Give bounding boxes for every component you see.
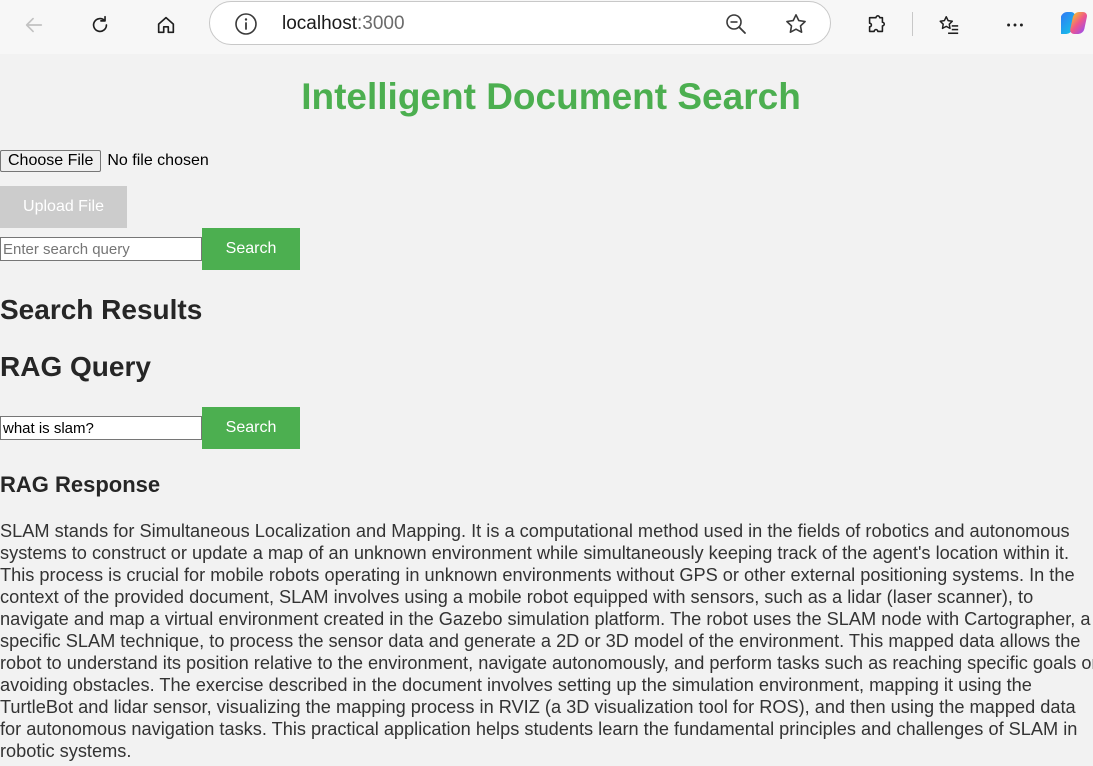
more-icon[interactable] <box>998 8 1032 42</box>
url-port: :3000 <box>357 13 405 34</box>
rag-query-heading: RAG Query <box>0 351 151 382</box>
browser-toolbar: localhost:3000 <box>0 0 1093 54</box>
rag-response-text: SLAM stands for Simultaneous Localizatio… <box>0 521 1093 761</box>
page-title: Intelligent Document Search <box>301 76 801 117</box>
search-results-heading: Search Results <box>0 294 203 325</box>
page-content: Intelligent Document Search Choose File … <box>0 54 1093 766</box>
favorite-star-icon[interactable] <box>784 12 808 36</box>
info-icon[interactable] <box>234 12 258 36</box>
search-input[interactable] <box>0 237 202 261</box>
upload-file-button[interactable]: Upload File <box>0 186 127 228</box>
address-bar[interactable]: localhost:3000 <box>209 1 831 45</box>
zoom-out-icon[interactable] <box>724 12 748 36</box>
search-button[interactable]: Search <box>202 228 300 270</box>
extensions-icon[interactable] <box>859 8 893 42</box>
favorites-list-icon[interactable] <box>932 8 966 42</box>
choose-file-button[interactable]: Choose File <box>0 150 102 172</box>
back-icon[interactable] <box>17 8 51 42</box>
rag-response-heading: RAG Response <box>0 472 161 497</box>
copilot-icon[interactable] <box>1061 7 1093 39</box>
file-input[interactable]: Choose File No file chosen <box>0 150 209 172</box>
url-host: localhost <box>282 13 357 34</box>
refresh-icon[interactable] <box>83 8 117 42</box>
url-text[interactable]: localhost:3000 <box>282 13 405 35</box>
rag-query-input[interactable] <box>0 416 202 440</box>
rag-search-button[interactable]: Search <box>202 407 300 449</box>
home-icon[interactable] <box>149 8 183 42</box>
toolbar-divider <box>912 12 913 36</box>
file-status-text: No file chosen <box>107 152 209 169</box>
